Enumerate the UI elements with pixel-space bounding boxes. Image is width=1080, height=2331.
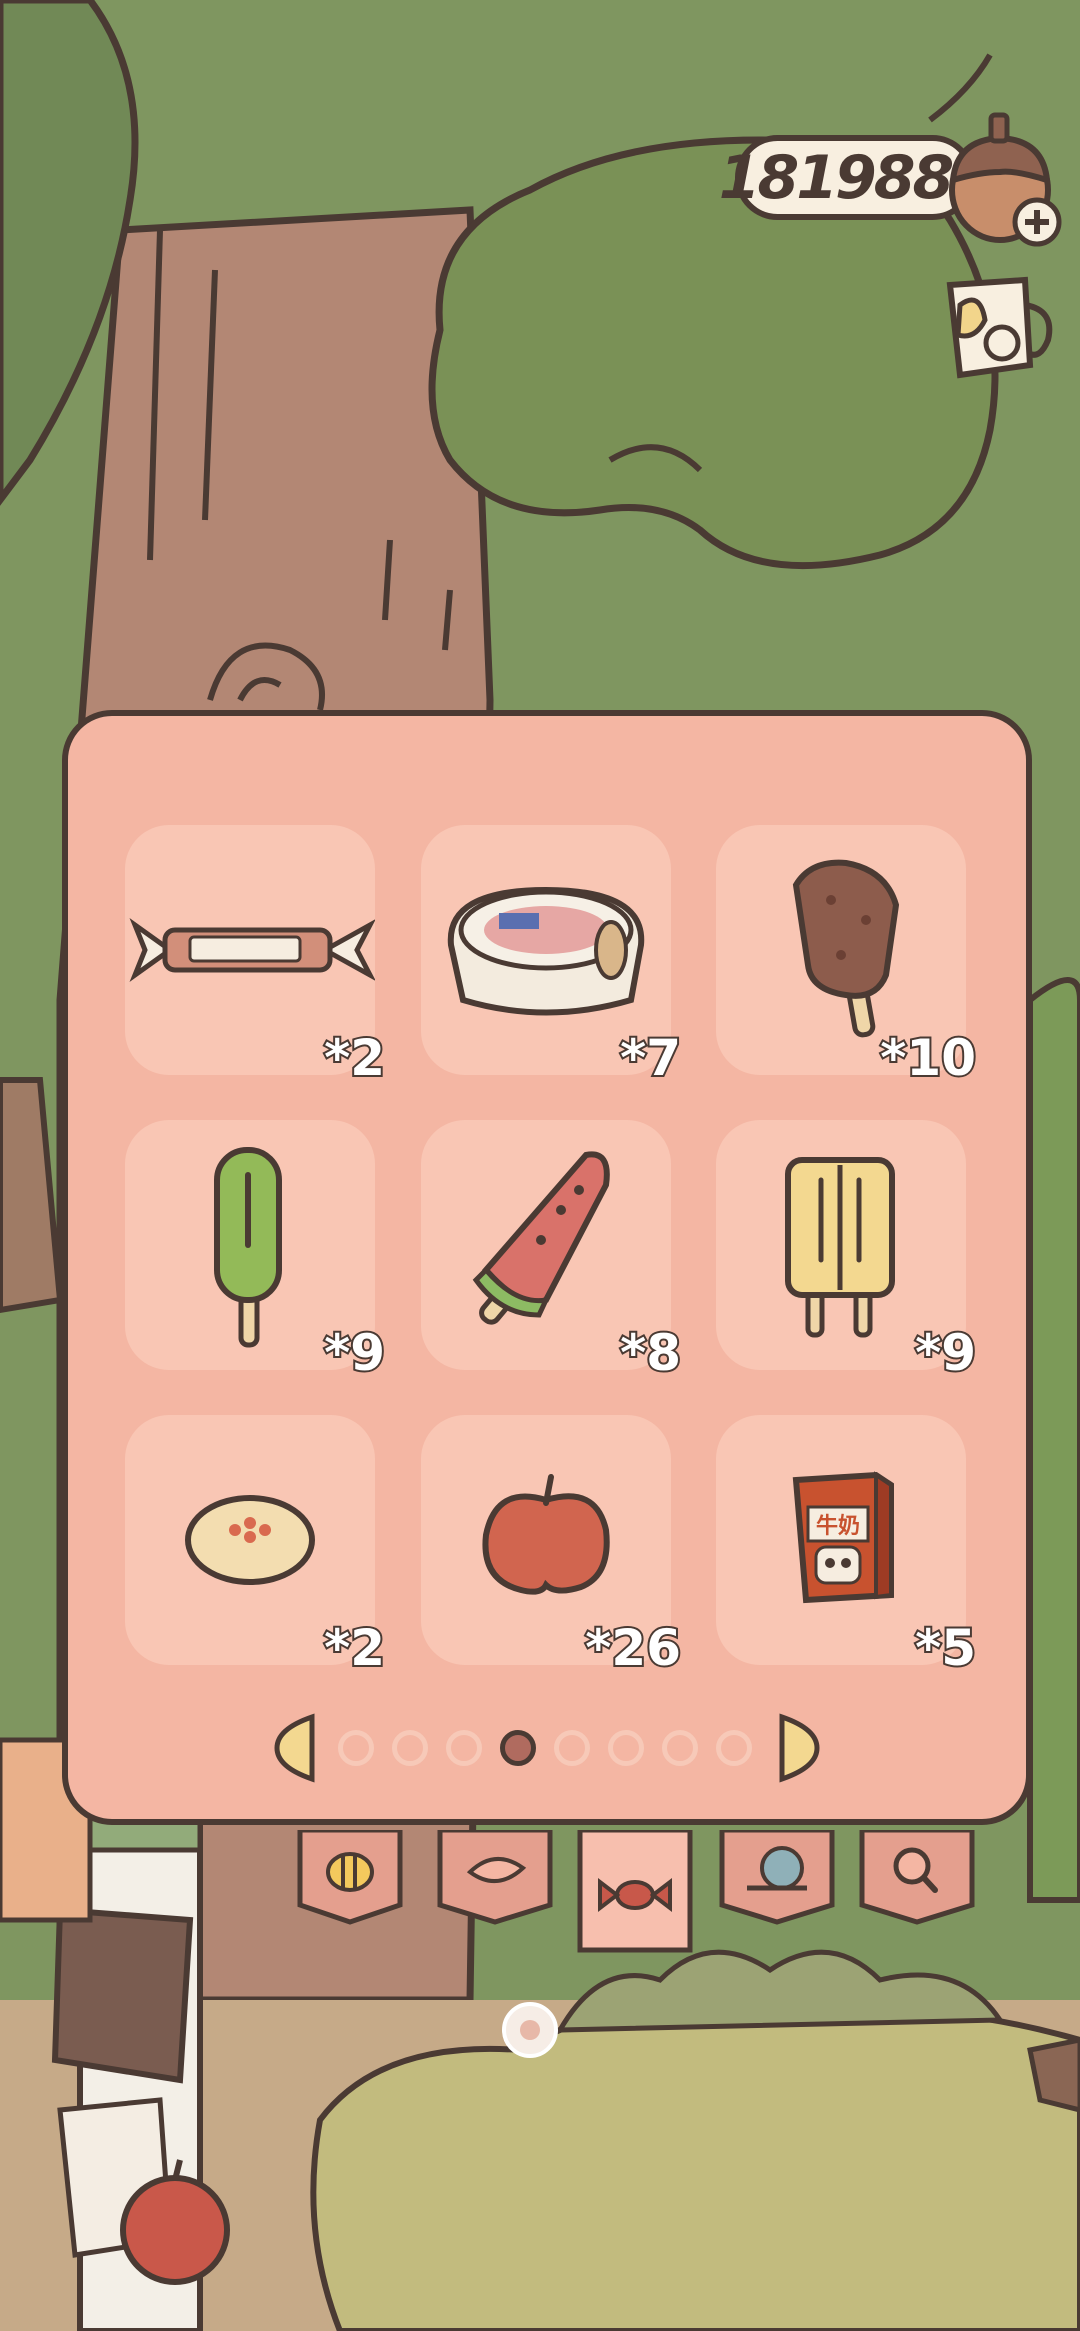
page-dot[interactable] xyxy=(662,1730,698,1766)
page-dot[interactable] xyxy=(446,1730,482,1766)
item-count: *2 xyxy=(322,1619,387,1677)
page-dot-active[interactable] xyxy=(500,1730,536,1766)
inventory-slot[interactable]: *10 xyxy=(716,825,978,1085)
page-dot[interactable] xyxy=(716,1730,752,1766)
tab-candy-active[interactable] xyxy=(575,1830,695,1970)
inventory-slot[interactable]: *9 xyxy=(125,1120,387,1380)
mug-icon[interactable] xyxy=(930,265,1060,395)
inventory-slot[interactable]: *26 xyxy=(421,1415,683,1675)
currency-amount: 181988 xyxy=(718,142,954,213)
currency-counter: 181988 xyxy=(719,135,975,220)
tab-leaf[interactable] xyxy=(435,1830,555,1930)
next-page-arrow-icon[interactable] xyxy=(776,1712,822,1784)
page-dot[interactable] xyxy=(554,1730,590,1766)
item-count: *5 xyxy=(913,1619,978,1677)
inventory-slot[interactable]: 牛奶 *5 xyxy=(716,1415,978,1675)
tab-magnifier[interactable] xyxy=(857,1830,977,1930)
page-dot[interactable] xyxy=(338,1730,374,1766)
tab-bee[interactable] xyxy=(295,1830,405,1930)
item-count: *2 xyxy=(322,1029,387,1087)
inventory-slot[interactable]: *2 xyxy=(125,825,387,1085)
prev-page-arrow-icon[interactable] xyxy=(272,1712,318,1784)
item-count: *9 xyxy=(322,1324,387,1382)
carton-label: 牛奶 xyxy=(816,1513,860,1539)
inventory-slot[interactable]: *8 xyxy=(421,1120,683,1380)
inventory-slot[interactable]: *7 xyxy=(421,825,683,1085)
acorn-icon[interactable] xyxy=(945,110,1065,250)
inventory-slot[interactable]: *9 xyxy=(716,1120,978,1380)
tab-snail[interactable] xyxy=(717,1830,837,1930)
inventory-slot[interactable]: *2 xyxy=(125,1415,387,1675)
bee-icon xyxy=(326,1852,374,1892)
item-count: *26 xyxy=(583,1619,683,1677)
item-count: *10 xyxy=(878,1029,978,1087)
item-count: *7 xyxy=(618,1029,683,1087)
page-dot[interactable] xyxy=(608,1730,644,1766)
item-count: *8 xyxy=(618,1324,683,1382)
page-dot[interactable] xyxy=(392,1730,428,1766)
item-count: *9 xyxy=(913,1324,978,1382)
